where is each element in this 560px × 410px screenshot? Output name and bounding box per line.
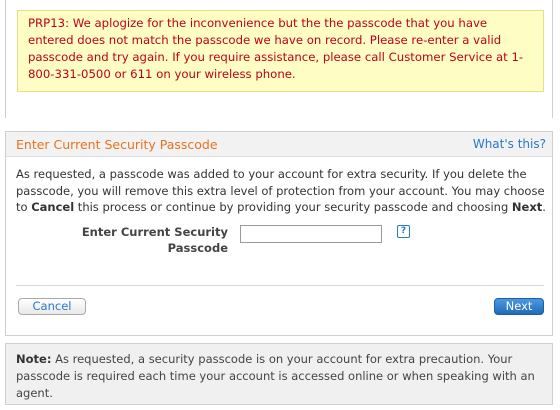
description-cancel-word: Cancel: [31, 200, 75, 214]
passcode-field-label: Enter Current Security Passcode: [68, 224, 228, 256]
note-label: Note:: [16, 352, 52, 366]
note-box: Note: As requested, a security passcode …: [5, 343, 553, 405]
error-message-text: PRP13: We aplogize for the inconvenience…: [28, 16, 524, 81]
error-message-box: PRP13: We aplogize for the inconvenience…: [17, 10, 544, 92]
note-text: As requested, a security passcode is on …: [16, 352, 535, 400]
cancel-button[interactable]: Cancel: [18, 298, 86, 315]
next-button[interactable]: Next: [494, 298, 544, 315]
passcode-label-line-1: Enter Current Security: [81, 225, 228, 239]
passcode-label-line-2: Passcode: [167, 241, 228, 255]
help-question-icon[interactable]: ?: [397, 225, 410, 238]
whats-this-link[interactable]: What's this?: [473, 137, 546, 151]
panel-description: As requested, a passcode was added to yo…: [16, 166, 546, 216]
description-part-3: .: [542, 200, 546, 214]
divider: [16, 285, 544, 286]
passcode-page: PRP13: We aplogize for the inconvenience…: [0, 0, 560, 410]
panel-header: Enter Current Security Passcode What's t…: [6, 132, 552, 157]
passcode-panel: Enter Current Security Passcode What's t…: [5, 131, 553, 336]
description-part-2: this process or continue by providing yo…: [74, 200, 512, 214]
passcode-input[interactable]: [240, 225, 382, 243]
description-next-word: Next: [511, 200, 543, 214]
panel-title: Enter Current Security Passcode: [16, 137, 218, 152]
